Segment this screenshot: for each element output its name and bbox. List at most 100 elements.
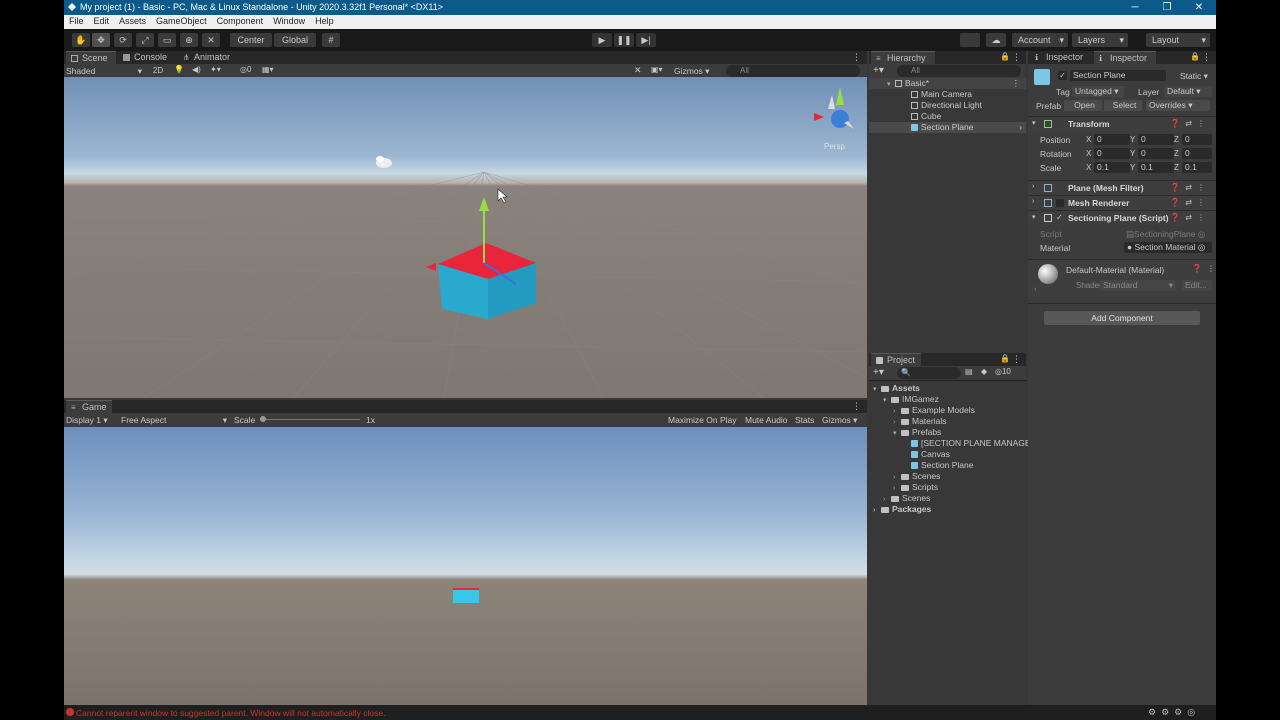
grid-toggle-icon[interactable]: ▦▾: [262, 65, 274, 74]
rotation-y-input[interactable]: 0: [1138, 148, 1174, 159]
account-dropdown[interactable]: Account: [1012, 33, 1068, 47]
hidden-objects-icon[interactable]: ◎0: [240, 65, 251, 74]
grid-snap-icon[interactable]: #: [322, 33, 340, 47]
cloud-icon[interactable]: ☁: [986, 33, 1006, 47]
position-y-input[interactable]: 0: [1138, 134, 1174, 145]
game-gizmos-dropdown[interactable]: Gizmos ▾: [822, 414, 857, 426]
inspector-menu-icon[interactable]: ⋮: [1202, 52, 1211, 63]
gizmo-perspective-label[interactable]: Persp: [824, 142, 845, 151]
material-field[interactable]: ● Section Material ◎: [1124, 242, 1212, 253]
script-enabled-checkbox[interactable]: ✓: [1056, 213, 1063, 222]
collapse-icon[interactable]: ▾: [1032, 213, 1036, 221]
scene-search-input[interactable]: All: [726, 65, 860, 77]
tree-canvas[interactable]: Canvas: [911, 449, 950, 460]
active-checkbox[interactable]: ✓: [1058, 71, 1067, 80]
collapse-icon[interactable]: ▾: [1032, 119, 1036, 127]
tab-project[interactable]: Project: [871, 353, 921, 366]
pivot-center-toggle[interactable]: Center: [230, 33, 272, 47]
minimize-button[interactable]: ─: [1120, 0, 1150, 15]
menu-file[interactable]: File: [64, 15, 89, 27]
default-material-title[interactable]: Default-Material (Material): [1066, 265, 1164, 275]
scale-tool-icon[interactable]: ⤢: [136, 33, 154, 47]
filter-label-icon[interactable]: ◆: [981, 367, 987, 376]
status-message[interactable]: Cannot reparent window to suggested pare…: [76, 708, 385, 718]
mute-audio-toggle[interactable]: Mute Audio: [745, 414, 788, 426]
tools-icon[interactable]: ✕: [634, 65, 642, 76]
move-gizmo-x[interactable]: [426, 263, 436, 271]
tree-imgamez[interactable]: ▾ IMGamez: [883, 394, 939, 405]
scene-gizmos-dropdown[interactable]: Gizmos ▾: [674, 65, 709, 77]
position-z-input[interactable]: 0: [1182, 134, 1212, 145]
menu-window[interactable]: Window: [268, 15, 310, 27]
menu-assets[interactable]: Assets: [114, 15, 151, 27]
hierarchy-item-section-plane[interactable]: Section Plane ›: [869, 122, 1026, 133]
shader-dropdown[interactable]: Standard ▾: [1100, 280, 1176, 291]
transform-tool-icon[interactable]: ⊕: [180, 33, 198, 47]
project-menu-icon[interactable]: ⋮: [1012, 354, 1021, 365]
cube-object[interactable]: [426, 197, 536, 319]
shader-edit-button[interactable]: Edit...: [1182, 280, 1212, 291]
project-lock-icon[interactable]: 🔒: [1000, 354, 1010, 363]
aspect-dropdown[interactable]: Free Aspect ▾: [121, 414, 229, 426]
status-bar-icons[interactable]: ⚙⚙⚙◎: [1148, 707, 1200, 718]
inspector-lock-icon[interactable]: 🔒: [1190, 52, 1200, 61]
material-expand-icon[interactable]: ›: [1034, 286, 1036, 293]
layout-dropdown[interactable]: Layout: [1146, 33, 1210, 47]
scene-menu-icon[interactable]: ⋮: [1012, 78, 1021, 89]
tab-animator[interactable]: ⋔ Animator: [178, 51, 240, 64]
scale-slider-track[interactable]: [260, 419, 360, 420]
tab-console[interactable]: Console: [118, 51, 174, 64]
rotation-x-input[interactable]: 0: [1094, 148, 1130, 159]
tree-scenes-outer[interactable]: › Scenes: [883, 493, 930, 504]
tree-example-models[interactable]: › Example Models: [893, 405, 975, 416]
component-header-icons[interactable]: ❓⇄⋮: [1170, 183, 1210, 192]
maximize-button[interactable]: ❐: [1152, 0, 1182, 15]
tree-materials[interactable]: › Materials: [893, 416, 946, 427]
tag-dropdown[interactable]: Untagged ▾: [1072, 86, 1124, 97]
expand-icon[interactable]: ›: [873, 505, 881, 516]
expand-icon[interactable]: ▾: [883, 395, 891, 406]
hand-tool-icon[interactable]: ✋: [72, 33, 90, 47]
maximize-on-play-toggle[interactable]: Maximize On Play: [668, 414, 737, 426]
tree-scenes-inner[interactable]: › Scenes: [893, 471, 940, 482]
tree-assets[interactable]: ▾ Assets: [873, 383, 920, 394]
collapse-icon[interactable]: ›: [1032, 183, 1034, 190]
scale-slider-handle[interactable]: [260, 416, 266, 422]
hierarchy-item-directional-light[interactable]: Directional Light: [911, 100, 982, 111]
scale-x-input[interactable]: 0.1: [1094, 162, 1130, 173]
menu-gameobject[interactable]: GameObject: [151, 15, 212, 27]
component-header-icons[interactable]: ❓⇄⋮: [1170, 213, 1210, 222]
menu-help[interactable]: Help: [310, 15, 339, 27]
prefab-open-arrow-icon[interactable]: ›: [1019, 122, 1022, 133]
camera-icon[interactable]: ▣▾: [651, 65, 663, 74]
hierarchy-menu-icon[interactable]: ⋮: [1012, 52, 1021, 63]
tab-inspector-1[interactable]: ℹ Inspector: [1030, 51, 1092, 64]
tab-scene[interactable]: Scene: [66, 51, 116, 64]
rect-tool-icon[interactable]: ▭: [158, 33, 176, 47]
orientation-gizmo[interactable]: [814, 87, 854, 129]
pause-button[interactable]: ❚❚: [614, 33, 634, 47]
rotation-z-input[interactable]: 0: [1182, 148, 1212, 159]
expand-icon[interactable]: ▾: [873, 384, 881, 395]
hierarchy-scene-row[interactable]: ▾ Basic* ⋮: [869, 78, 1026, 89]
tree-section-plane[interactable]: Section Plane: [911, 460, 973, 471]
custom-tool-icon[interactable]: ✕: [202, 33, 220, 47]
pivot-global-toggle[interactable]: Global: [274, 33, 316, 47]
play-button[interactable]: ▶: [592, 33, 612, 47]
layers-dropdown[interactable]: Layers: [1072, 33, 1128, 47]
tree-section-plane-manager[interactable]: [SECTION PLANE MANAGE: [911, 438, 1031, 449]
menu-edit[interactable]: Edit: [89, 15, 115, 27]
stats-toggle[interactable]: Stats: [795, 414, 814, 426]
hierarchy-item-main-camera[interactable]: Main Camera: [911, 89, 972, 100]
object-name-input[interactable]: Section Plane: [1070, 70, 1166, 81]
game-panel-menu-icon[interactable]: ⋮: [852, 401, 861, 412]
filter-type-icon[interactable]: ▤: [965, 367, 973, 376]
hierarchy-item-cube[interactable]: Cube: [911, 111, 941, 122]
component-header-icons[interactable]: ❓⇄⋮: [1170, 198, 1210, 207]
position-x-input[interactable]: 0: [1094, 134, 1130, 145]
prefab-overrides-dropdown[interactable]: Overrides ▾: [1146, 100, 1210, 111]
audio-toggle-icon[interactable]: ◀): [192, 65, 201, 74]
tree-packages[interactable]: › Packages: [873, 504, 931, 515]
move-tool-icon[interactable]: ✥: [92, 33, 110, 47]
tree-prefabs[interactable]: ▾ Prefabs: [893, 427, 941, 438]
